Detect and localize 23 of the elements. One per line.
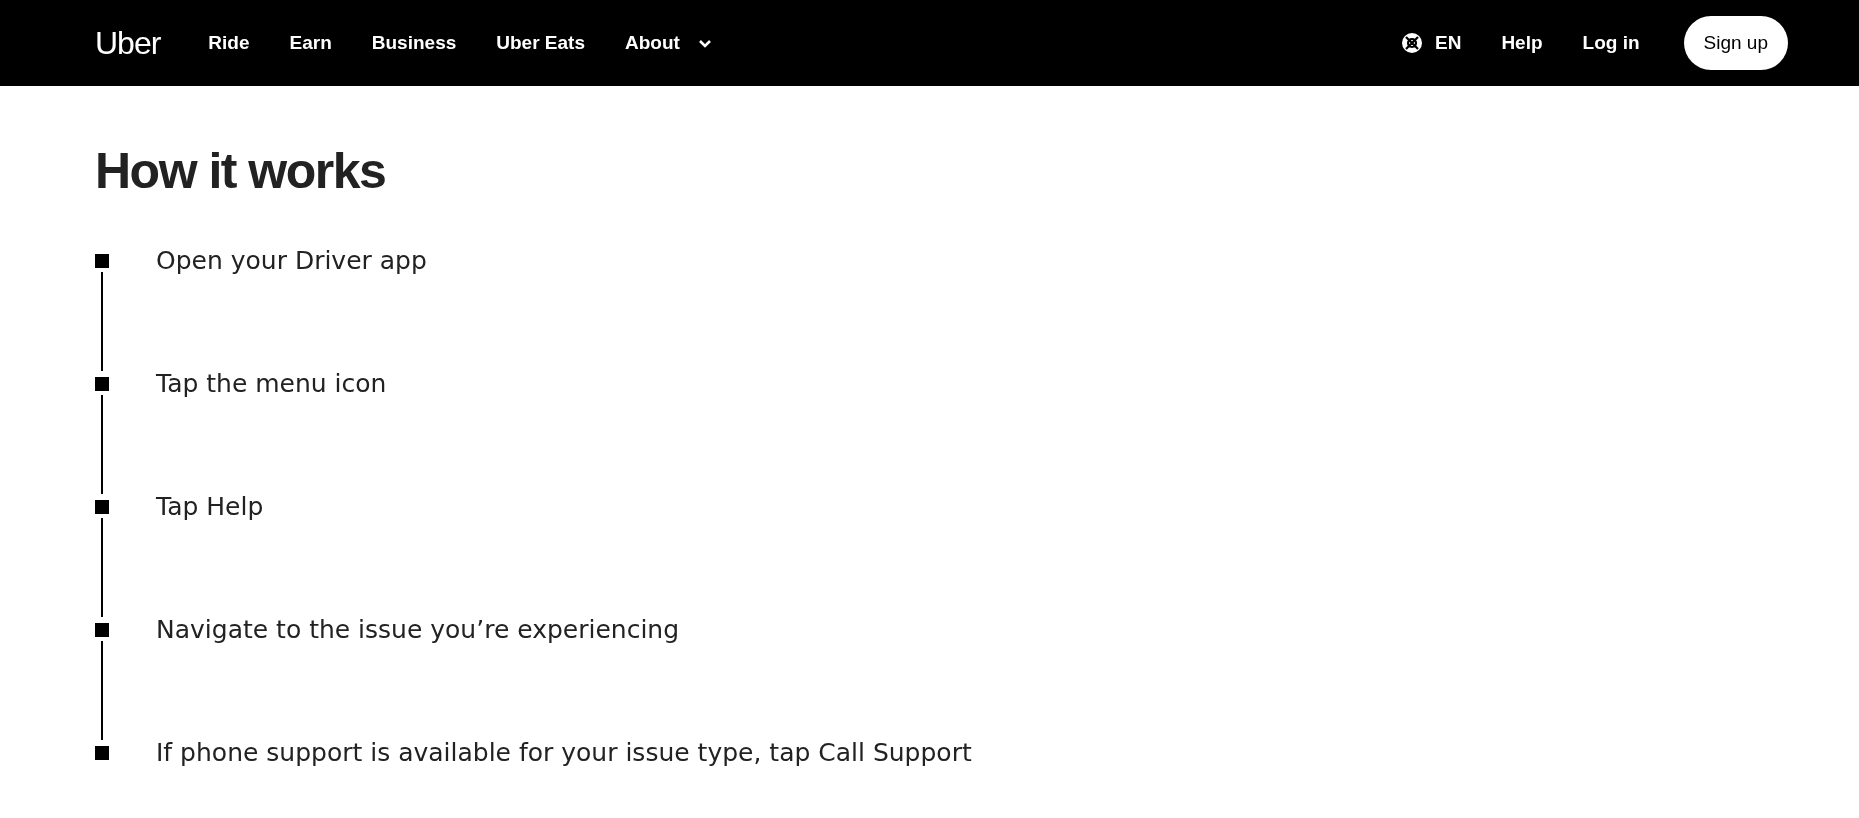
login-link[interactable]: Log in <box>1582 32 1640 54</box>
nav-link[interactable]: Business <box>371 32 457 54</box>
chevron-down-icon[interactable] <box>697 38 712 48</box>
step-marker <box>95 746 109 760</box>
step-marker <box>95 500 109 514</box>
step-text: If phone support is available for your issue type, tap Call Support <box>156 740 972 766</box>
nav-link[interactable]: Uber Eats <box>496 32 585 54</box>
step-text: Navigate to the issue you’re experiencing <box>156 617 680 646</box>
help-link[interactable]: Help <box>1501 32 1543 54</box>
globe-icon[interactable] <box>1400 32 1423 54</box>
nav-link[interactable]: Ride <box>208 32 250 54</box>
step-marker <box>95 377 109 391</box>
signup-button[interactable]: Sign up <box>1683 16 1788 70</box>
page-heading: How it works <box>95 142 387 200</box>
step-marker <box>95 623 109 637</box>
step-marker <box>95 254 109 268</box>
step-text: Open your Driver app <box>156 248 427 277</box>
nav-link[interactable]: Earn <box>289 32 332 54</box>
logo[interactable]: Uber <box>95 24 161 62</box>
nav-link[interactable]: About <box>625 32 680 54</box>
step-text: Tap the menu icon <box>156 371 387 400</box>
step-text: Tap Help <box>156 494 264 523</box>
language-link[interactable]: EN <box>1434 32 1462 54</box>
